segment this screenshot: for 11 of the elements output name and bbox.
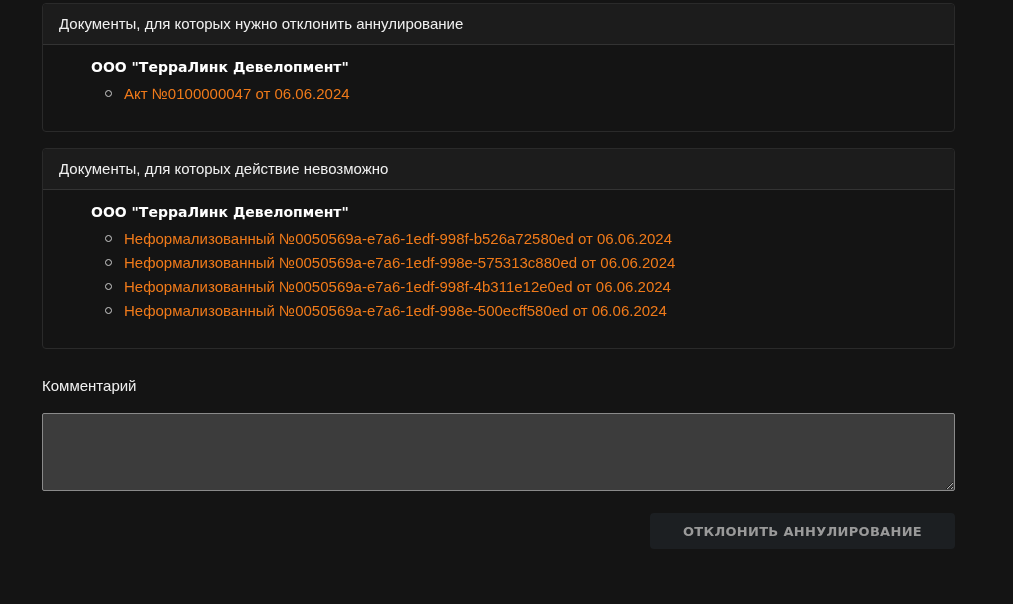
panel-header: Документы, для которых нужно отклонить аннулирование: [43, 4, 954, 45]
document-link[interactable]: Неформализованный №0050569a-e7a6-1edf-998e-575313c880ed от 06.06.2024: [124, 253, 676, 271]
comment-field[interactable]: [42, 413, 955, 491]
company-name: ООО "ТерраЛинк Девелопмент": [91, 204, 350, 220]
document-link[interactable]: Неформализованный №0050569a-e7a6-1edf-998e-500ecff580ed от 06.06.2024: [124, 301, 667, 319]
comment-label: Комментарий: [42, 377, 138, 394]
panel-header: Документы, для которых действие невозможно: [43, 149, 954, 190]
document-link[interactable]: Неформализованный №0050569a-e7a6-1edf-998f-4b311e12e0ed от 06.06.2024: [124, 277, 671, 295]
document-link[interactable]: Неформализованный №0050569a-e7a6-1edf-998f-b526a72580ed от 06.06.2024: [124, 229, 673, 247]
document-link[interactable]: Акт №0100000047 от 06.06.2024: [124, 84, 350, 102]
company-name: ООО "ТерраЛинк Девелопмент": [91, 59, 350, 75]
